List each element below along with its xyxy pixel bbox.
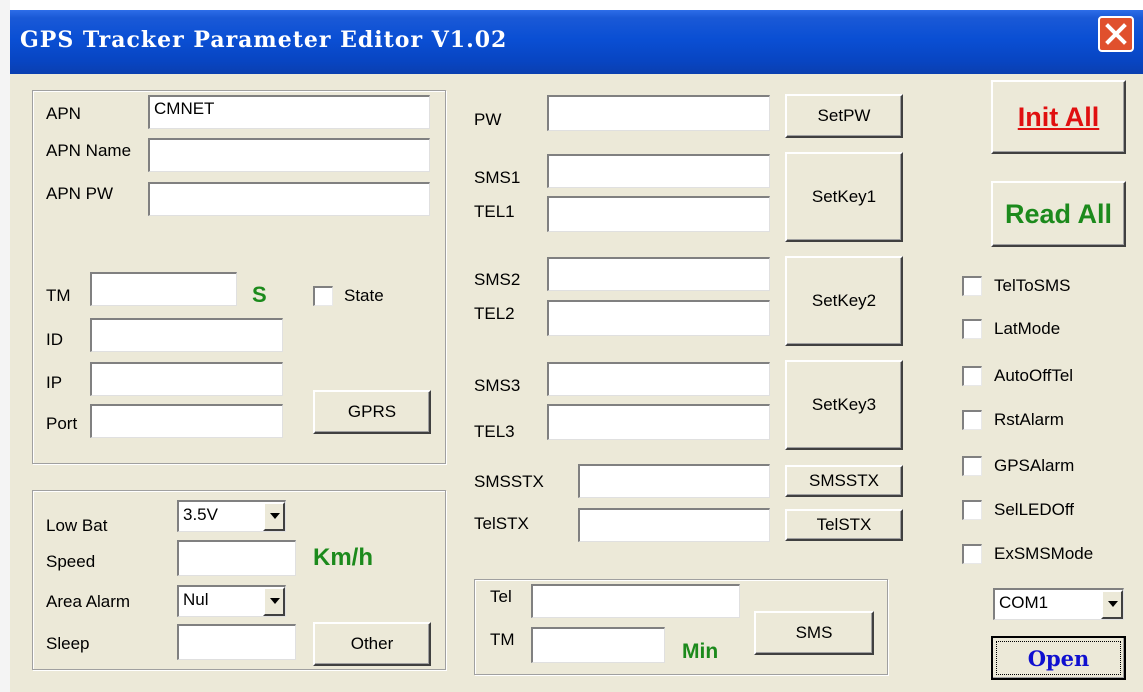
latmode-label: LatMode: [994, 319, 1061, 338]
sms-tm-label: TM: [490, 630, 515, 649]
window-title: GPS Tracker Parameter Editor V1.02: [20, 27, 508, 53]
telstx-button[interactable]: TelSTX: [785, 509, 903, 541]
port-input[interactable]: [90, 404, 283, 438]
telstx-label: TelSTX: [474, 514, 529, 533]
setkey2-button[interactable]: SetKey2: [785, 256, 903, 346]
area-alarm-dropdown-arrow[interactable]: [263, 587, 285, 616]
com-port-select[interactable]: COM1: [993, 588, 1124, 620]
low-bat-value: 3.5V: [183, 505, 218, 524]
id-label: ID: [46, 330, 63, 349]
tel1-label: TEL1: [474, 202, 515, 221]
setkey3-button[interactable]: SetKey3: [785, 360, 903, 450]
apn-name-label: APN Name: [46, 141, 132, 160]
telstx-input[interactable]: [578, 508, 770, 542]
tm-label: TM: [46, 286, 71, 305]
init-all-button[interactable]: Init All: [991, 80, 1126, 154]
autoofftel-label: AutoOffTel: [994, 366, 1074, 385]
low-bat-dropdown-arrow[interactable]: [263, 502, 285, 531]
apn-name-input[interactable]: [148, 138, 430, 172]
sms1-label: SMS1: [474, 168, 521, 187]
teltosms-checkbox[interactable]: [962, 276, 982, 296]
gpsalarm-label: GPSAlarm: [994, 456, 1075, 475]
open-button[interactable]: Open: [991, 636, 1126, 680]
exsmsmode-checkbox[interactable]: [962, 544, 982, 564]
tel2-label: TEL2: [474, 304, 515, 323]
smsstx-input[interactable]: [578, 464, 770, 498]
area-alarm-select[interactable]: Nul: [177, 585, 286, 617]
sms-button[interactable]: SMS: [754, 611, 874, 655]
apn-input[interactable]: CMNET: [148, 95, 430, 129]
low-bat-label: Low Bat: [46, 516, 108, 535]
close-icon: [1105, 23, 1127, 45]
com-port-dropdown-arrow[interactable]: [1101, 590, 1123, 619]
sms-tel-label: Tel: [490, 587, 512, 606]
gpsalarm-checkbox[interactable]: [962, 456, 982, 476]
selledoff-checkbox[interactable]: [962, 500, 982, 520]
speed-input[interactable]: [177, 540, 296, 576]
read-all-button[interactable]: Read All: [991, 181, 1126, 247]
setkey1-button[interactable]: SetKey1: [785, 152, 903, 242]
chevron-down-icon: [270, 513, 280, 519]
setpw-button[interactable]: SetPW: [785, 94, 903, 138]
sms3-label: SMS3: [474, 376, 521, 395]
gprs-button[interactable]: GPRS: [313, 390, 431, 434]
id-input[interactable]: [90, 318, 283, 352]
rstalarm-checkbox[interactable]: [962, 410, 982, 430]
com-port-value: COM1: [999, 593, 1049, 612]
apn-label: APN: [46, 104, 81, 123]
sms-tel-input[interactable]: [531, 584, 740, 618]
speed-label: Speed: [46, 552, 96, 571]
port-label: Port: [46, 414, 78, 433]
pw-input[interactable]: [547, 95, 770, 131]
speed-unit: Km/h: [313, 544, 373, 571]
sms-tm-unit: Min: [682, 640, 719, 663]
apn-pw-input[interactable]: [148, 182, 430, 216]
area-alarm-value: Nul: [183, 590, 209, 609]
tm-unit-seconds: S: [252, 282, 267, 307]
tel1-input[interactable]: [547, 196, 770, 232]
teltosms-label: TelToSMS: [994, 276, 1071, 295]
other-button[interactable]: Other: [313, 622, 431, 666]
tm-input[interactable]: [90, 272, 237, 306]
exsmsmode-label: ExSMSMode: [994, 544, 1094, 563]
sms1-input[interactable]: [547, 154, 770, 188]
selledoff-label: SelLEDOff: [994, 500, 1075, 519]
smsstx-button[interactable]: SMSSTX: [785, 465, 903, 497]
sms2-input[interactable]: [547, 257, 770, 291]
close-button[interactable]: [1098, 16, 1134, 52]
chevron-down-icon: [270, 598, 280, 604]
tel3-input[interactable]: [547, 404, 770, 440]
background-window-edge: [0, 0, 10, 692]
autoofftel-checkbox[interactable]: [962, 366, 982, 386]
pw-label: PW: [474, 110, 502, 129]
low-bat-select[interactable]: 3.5V: [177, 500, 286, 532]
chevron-down-icon: [1108, 601, 1118, 607]
rstalarm-label: RstAlarm: [994, 410, 1064, 429]
ip-input[interactable]: [90, 362, 283, 396]
ip-label: IP: [46, 373, 63, 392]
title-bar: GPS Tracker Parameter Editor V1.02: [10, 10, 1143, 74]
state-checkbox[interactable]: [313, 286, 333, 306]
area-alarm-label: Area Alarm: [46, 592, 131, 611]
state-label: State: [344, 286, 384, 305]
sms2-label: SMS2: [474, 270, 521, 289]
latmode-checkbox[interactable]: [962, 319, 982, 339]
sms3-input[interactable]: [547, 362, 770, 396]
smsstx-label: SMSSTX: [474, 472, 544, 491]
tel3-label: TEL3: [474, 422, 515, 441]
apn-pw-label: APN PW: [46, 184, 114, 203]
sleep-label: Sleep: [46, 634, 90, 653]
sms-tm-input[interactable]: [531, 627, 665, 663]
tel2-input[interactable]: [547, 300, 770, 336]
sleep-input[interactable]: [177, 624, 296, 660]
